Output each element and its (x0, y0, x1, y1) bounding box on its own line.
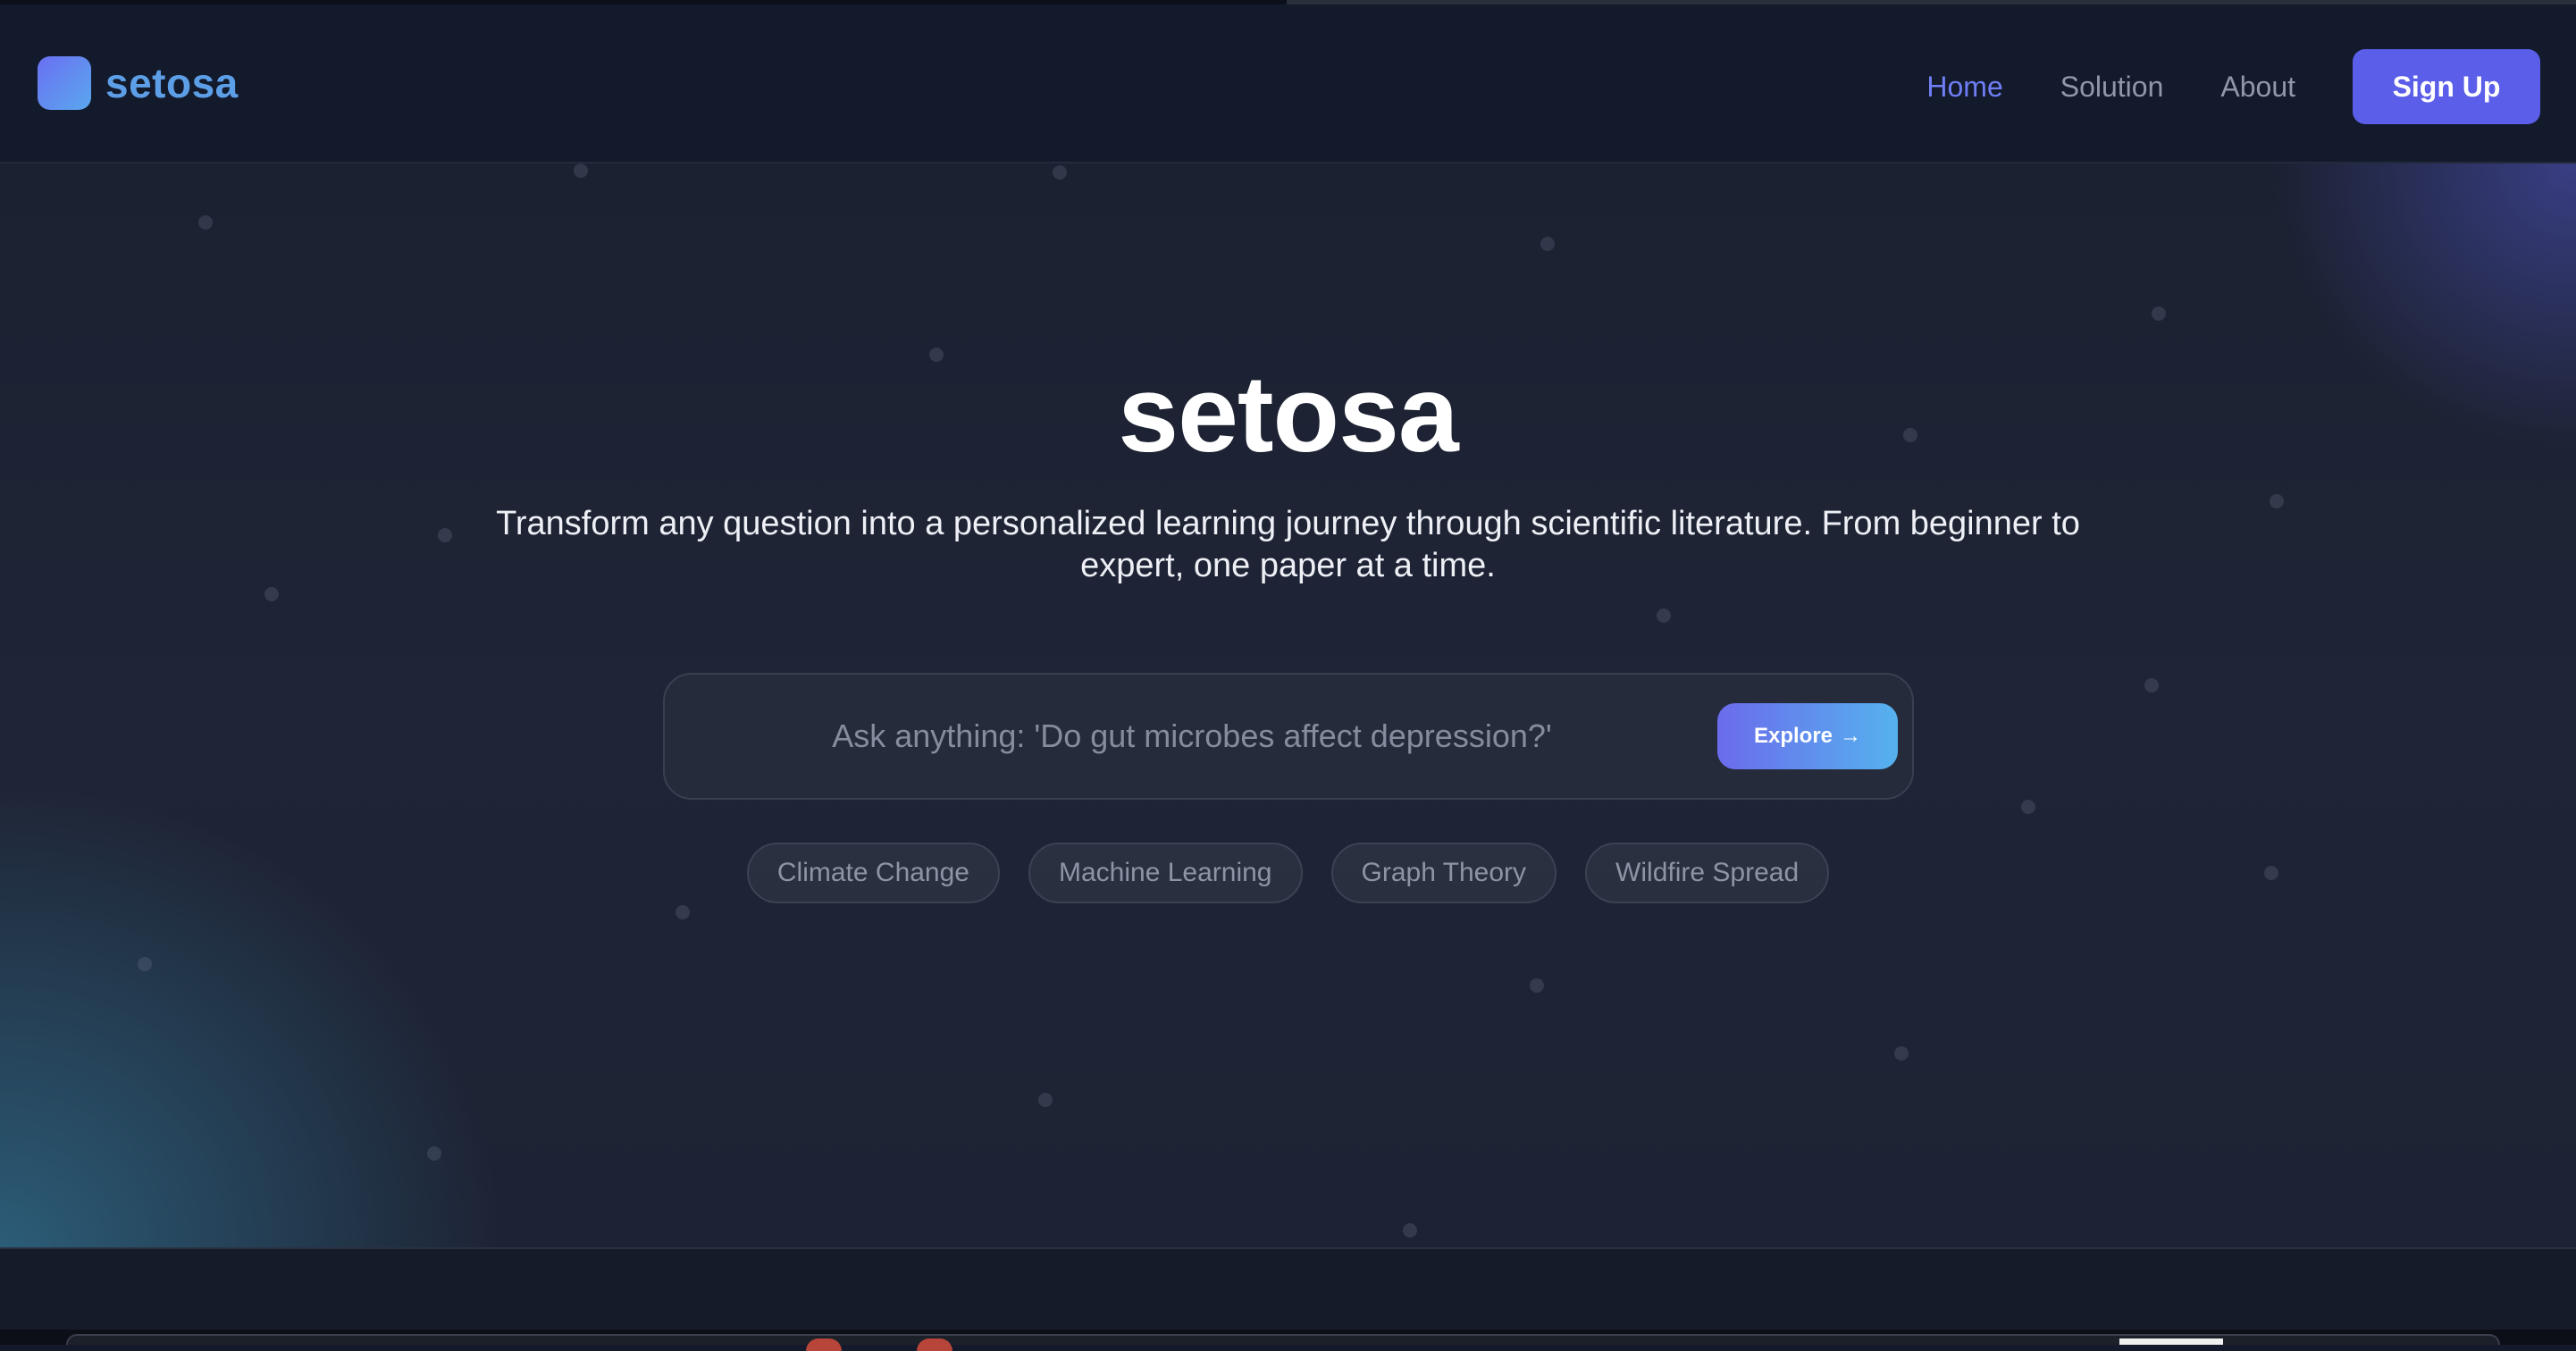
nav-home[interactable]: Home (1926, 71, 2002, 104)
dock-indicator (2119, 1338, 2223, 1345)
main-nav: Home Solution About Sign Up (1926, 49, 2540, 124)
chip-graph-theory[interactable]: Graph Theory (1330, 843, 1557, 903)
search-input[interactable] (665, 675, 1719, 798)
nav-solution[interactable]: Solution (2060, 71, 2164, 104)
hero-title: setosa (1118, 353, 1459, 474)
background-dot (1657, 608, 1671, 623)
signup-button[interactable]: Sign Up (2353, 49, 2540, 124)
background-dot (1038, 1093, 1053, 1107)
background-dot (1540, 237, 1555, 251)
background-dot (1894, 1046, 1909, 1061)
background-dot (198, 215, 213, 230)
explore-label: Explore (1753, 724, 1833, 748)
dock-app-icon[interactable] (806, 1338, 842, 1351)
dock-app-icon[interactable] (917, 1338, 952, 1351)
topic-chips: Climate Change Machine Learning Graph Th… (0, 843, 2576, 903)
chip-wildfire-spread[interactable]: Wildfire Spread (1585, 843, 1830, 903)
background-dot (1053, 165, 1067, 180)
background-dot (2021, 800, 2035, 814)
background-dot (264, 587, 279, 601)
brand-logo-icon (38, 56, 91, 110)
arrow-right-icon: → (1840, 724, 1862, 748)
background-dot (138, 957, 152, 971)
background-dot (2152, 306, 2166, 321)
background-dot (2270, 494, 2284, 508)
header: setosa Home Solution About Sign Up (0, 4, 2576, 164)
background-dot (675, 905, 690, 919)
background-dot (438, 528, 452, 542)
search-box: Explore → (663, 673, 1914, 800)
hero-subtitle: Transform any question into a personaliz… (496, 505, 2080, 584)
chip-machine-learning[interactable]: Machine Learning (1028, 843, 1303, 903)
background-dot (574, 164, 588, 178)
explore-button[interactable]: Explore → (1717, 703, 1898, 769)
footer-band (0, 1249, 2576, 1330)
background-dot (1530, 978, 1544, 993)
hero-section: setosa Transform any question into a per… (0, 164, 2576, 1249)
background-dot (427, 1146, 441, 1161)
brand-name: setosa (105, 60, 239, 106)
background-dot (1403, 1223, 1417, 1238)
background-dot (2144, 678, 2159, 692)
nav-about[interactable]: About (2220, 71, 2295, 104)
chip-climate-change[interactable]: Climate Change (746, 843, 1000, 903)
brand[interactable]: setosa (38, 56, 239, 110)
